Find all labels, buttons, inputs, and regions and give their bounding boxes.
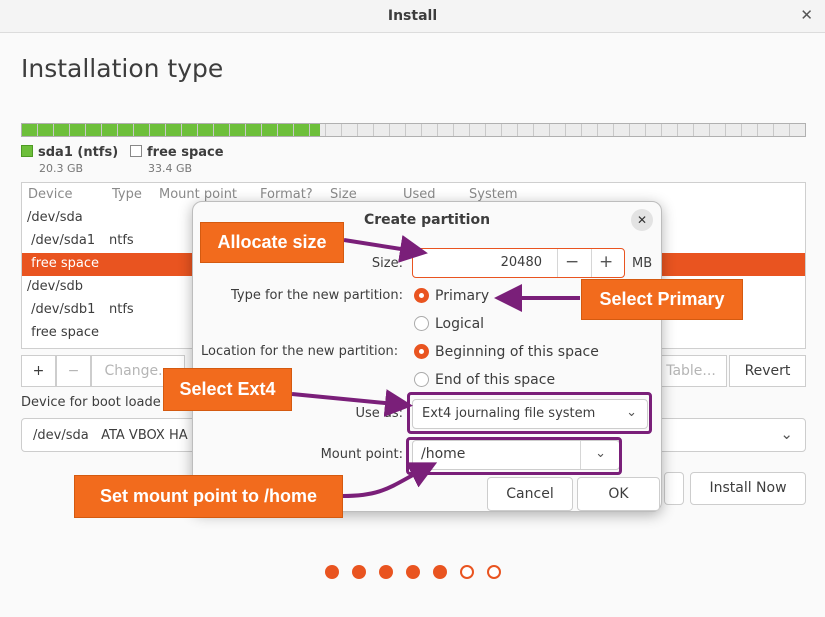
cancel-button[interactable]: Cancel xyxy=(487,477,573,511)
partition-type-label: Type for the new partition: xyxy=(230,288,403,303)
chevron-down-icon: ⌄ xyxy=(780,425,793,443)
row-type: ntfs xyxy=(109,233,134,248)
column-type: Type xyxy=(112,187,142,202)
use-as-highlight xyxy=(407,392,652,434)
page-title: Installation type xyxy=(21,54,224,83)
partition-bar-grid xyxy=(22,124,805,136)
row-device: /dev/sda1 xyxy=(27,233,96,248)
radio-beginning[interactable]: Beginning of this space xyxy=(414,344,599,360)
mount-point-highlight xyxy=(406,437,622,475)
divider xyxy=(557,249,558,277)
progress-dot-filled xyxy=(406,565,420,579)
add-partition-button[interactable]: + xyxy=(21,355,56,387)
title-bar: Install ✕ xyxy=(0,0,825,33)
legend-swatch xyxy=(21,145,33,157)
callout-allocate-size: Allocate size xyxy=(200,222,344,263)
size-unit: MB xyxy=(632,256,653,271)
boot-loader-value: /dev/sda ATA VBOX HA xyxy=(33,428,188,443)
column-used: Used xyxy=(403,187,436,202)
radio-primary[interactable]: Primary xyxy=(414,288,489,304)
window-title: Install xyxy=(387,8,438,24)
row-device: /dev/sdb1 xyxy=(27,302,96,317)
radio-unchecked-icon xyxy=(414,316,429,331)
increment-button[interactable]: + xyxy=(599,252,613,272)
radio-label: End of this space xyxy=(435,372,556,388)
column-size: Size xyxy=(330,187,357,202)
size-value: 20480 xyxy=(500,255,542,270)
use-as-label: Use as: xyxy=(355,406,403,421)
radio-checked-icon xyxy=(414,344,429,359)
progress-dot-filled xyxy=(325,565,339,579)
close-icon[interactable]: ✕ xyxy=(800,6,813,24)
row-device: /dev/sda xyxy=(27,210,83,225)
location-label: Location for the new partition: xyxy=(201,344,399,359)
legend-size: 33.4 GB xyxy=(148,162,193,175)
progress-dot-filled xyxy=(352,565,366,579)
row-device: /dev/sdb xyxy=(27,279,83,294)
column-format: Format? xyxy=(260,187,313,202)
divider xyxy=(591,249,592,277)
progress-dot-filled xyxy=(433,565,447,579)
new-partition-table-button[interactable]: Table... xyxy=(655,355,727,387)
legend-item-sda1: sda1 (ntfs) 20.3 GB xyxy=(21,145,119,175)
dialog-close-icon[interactable]: ✕ xyxy=(631,209,653,231)
radio-checked-icon xyxy=(414,288,429,303)
back-button-edge[interactable] xyxy=(664,472,684,505)
column-system: System xyxy=(469,187,518,202)
progress-dot-filled xyxy=(379,565,393,579)
radio-unchecked-icon xyxy=(414,372,429,387)
decrement-button[interactable]: − xyxy=(565,252,579,272)
legend-name: free space xyxy=(147,145,224,160)
row-device: free space xyxy=(27,325,100,340)
progress-dot-empty xyxy=(460,565,474,579)
remove-partition-button[interactable]: − xyxy=(56,355,91,387)
size-input[interactable]: 20480 − + xyxy=(412,248,625,278)
column-device: Device xyxy=(28,187,73,202)
mount-point-label: Mount point: xyxy=(320,447,403,462)
legend-size: 20.3 GB xyxy=(39,162,84,175)
radio-label: Beginning of this space xyxy=(435,344,599,360)
row-type: ntfs xyxy=(109,302,134,317)
legend-item-free-space: free space 33.4 GB xyxy=(130,145,224,175)
install-now-button[interactable]: Install Now xyxy=(690,472,806,505)
radio-end[interactable]: End of this space xyxy=(414,372,555,388)
progress-dot-empty xyxy=(487,565,501,579)
legend-name: sda1 (ntfs) xyxy=(38,145,119,160)
radio-logical[interactable]: Logical xyxy=(414,316,484,332)
partition-bar xyxy=(21,123,806,137)
callout-select-primary: Select Primary xyxy=(581,279,743,320)
boot-loader-label: Device for boot loade xyxy=(21,395,161,410)
column-mount-point: Mount point xyxy=(159,187,238,202)
callout-select-ext4: Select Ext4 xyxy=(163,368,292,411)
ok-button[interactable]: OK xyxy=(577,477,660,511)
size-label: Size: xyxy=(371,256,403,271)
radio-label: Primary xyxy=(435,288,490,304)
revert-button[interactable]: Revert xyxy=(729,355,806,387)
radio-label: Logical xyxy=(435,316,485,332)
row-device: free space xyxy=(27,256,100,271)
legend-swatch xyxy=(130,145,142,157)
callout-set-mount-point: Set mount point to /home xyxy=(74,475,343,518)
